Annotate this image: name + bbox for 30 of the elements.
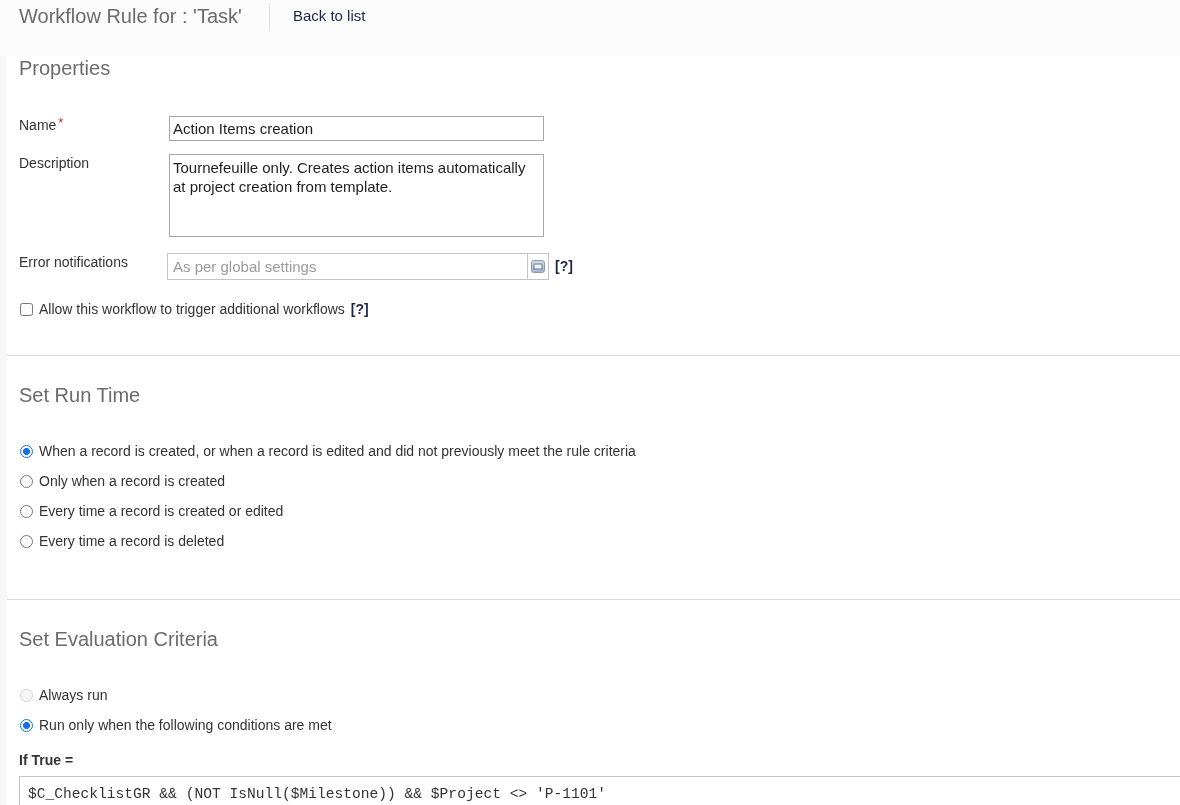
radio-button[interactable] — [20, 444, 33, 458]
field-label: Error notifications — [19, 253, 128, 271]
radio-label[interactable]: When a record is created, or when a record is edited and did not previously meet the rule criteria — [39, 441, 636, 461]
checkbox[interactable] — [20, 302, 33, 316]
radio-label[interactable]: Every time a record is deleted — [39, 531, 225, 551]
radio-label[interactable]: Run only when the following conditions are met — [39, 715, 332, 735]
screen-icon — [531, 260, 545, 273]
radio-button[interactable] — [20, 718, 33, 732]
description-field[interactable]: Tournefeuille only. Creates action items automatically at project creation from template. — [169, 154, 544, 237]
section-title: Set Evaluation Criteria — [19, 627, 218, 651]
radio-button[interactable] — [20, 534, 33, 548]
error-notifications-field[interactable]: As per global settings — [167, 253, 528, 280]
page-title: Workflow Rule for : 'Task' — [19, 4, 242, 28]
condition-label: If True = — [19, 751, 74, 769]
section-title: Set Run Time — [19, 383, 141, 407]
help-link[interactable]: [?] — [555, 253, 573, 280]
field-label: Description — [19, 154, 90, 172]
radio-label[interactable]: Only when a record is created — [39, 471, 225, 491]
radio-button[interactable] — [20, 504, 33, 518]
back-link[interactable]: Back to list — [292, 4, 366, 28]
checkbox-label[interactable]: Allow this workflow to trigger additional workflows — [39, 299, 345, 319]
name-input[interactable]: Action Items creation — [169, 116, 544, 141]
help-link[interactable]: [?] — [350, 300, 369, 318]
radio-label[interactable]: Every time a record is created or edited — [39, 501, 284, 521]
required-asterisk: * — [58, 116, 64, 130]
radio-button[interactable] — [20, 474, 33, 488]
field-label: Name — [19, 116, 57, 134]
condition-field[interactable]: $C_ChecklistGR && (NOT IsNull($Milestone)) && $Project <> 'P-1101' — [19, 776, 1180, 805]
section-title: Properties — [19, 56, 111, 80]
lookup-button[interactable] — [528, 253, 549, 280]
